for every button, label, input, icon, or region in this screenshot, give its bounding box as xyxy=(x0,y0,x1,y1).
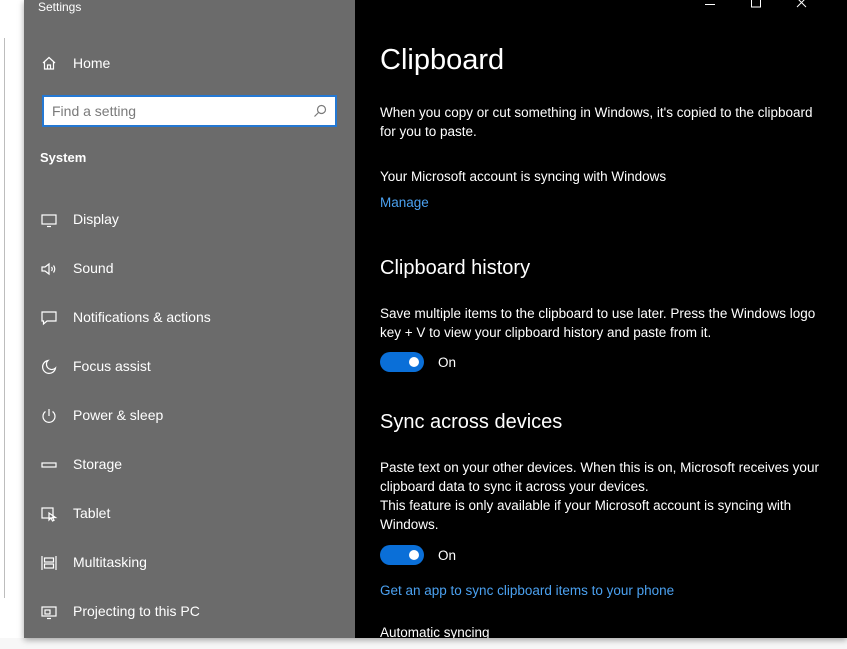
sync-toggle[interactable] xyxy=(380,545,424,565)
sidebar-item-label: Display xyxy=(73,211,119,227)
multitasking-icon xyxy=(41,556,57,570)
manage-link[interactable]: Manage xyxy=(380,195,429,210)
sidebar-item-focus-assist[interactable]: Focus assist xyxy=(24,342,355,391)
power-icon xyxy=(42,409,56,423)
sidebar-item-label: Home xyxy=(73,55,111,71)
sidebar-item-multitasking[interactable]: Multitasking xyxy=(24,538,355,587)
close-icon xyxy=(796,0,807,8)
caption-buttons xyxy=(687,0,847,12)
sidebar-item-storage[interactable]: Storage xyxy=(24,440,355,489)
main-content: Clipboard When you copy or cut something… xyxy=(355,0,847,638)
sidebar-item-label: Sound xyxy=(73,260,114,276)
desktop-background xyxy=(0,0,24,649)
minimize-icon xyxy=(705,4,715,5)
sidebar-item-display[interactable]: Display xyxy=(24,195,355,244)
notification-icon xyxy=(41,311,57,326)
section-heading: System xyxy=(40,150,87,165)
sidebar-item-home[interactable]: Home xyxy=(24,48,355,78)
speaker-icon xyxy=(41,262,56,276)
settings-window: Settings Home System Displ xyxy=(24,0,847,638)
clipboard-history-heading: Clipboard history xyxy=(380,257,531,279)
sidebar-item-label: Power & sleep xyxy=(73,407,164,423)
sidebar-item-power-sleep[interactable]: Power & sleep xyxy=(24,391,355,440)
clipboard-history-toggle-label: On xyxy=(438,355,457,370)
sidebar-item-label: Notifications & actions xyxy=(73,309,211,325)
clipboard-history-toggle[interactable] xyxy=(380,352,424,372)
clipboard-history-description: Save multiple items to the clipboard to … xyxy=(380,306,816,340)
automatic-syncing-heading: Automatic syncing xyxy=(380,625,490,638)
close-button[interactable] xyxy=(779,0,847,12)
search-box xyxy=(42,95,337,127)
account-status: Your Microsoft account is syncing with W… xyxy=(380,169,667,184)
toggle-knob xyxy=(409,550,419,560)
storage-icon xyxy=(41,462,57,468)
sync-note: This feature is only available if your M… xyxy=(380,498,792,532)
home-icon xyxy=(42,56,56,70)
tablet-icon xyxy=(41,507,58,522)
sync-description: Paste text on your other devices. When t… xyxy=(380,460,819,494)
sidebar-item-label: Multitasking xyxy=(73,554,147,570)
sync-toggle-label: On xyxy=(438,548,457,563)
desktop-background-bottom xyxy=(0,638,847,649)
phone-app-link[interactable]: Get an app to sync clipboard items to yo… xyxy=(380,583,674,598)
sidebar-item-label: Storage xyxy=(73,456,123,472)
sidebar-item-projecting[interactable]: Projecting to this PC xyxy=(24,587,355,636)
sidebar-item-tablet[interactable]: Tablet xyxy=(24,489,355,538)
maximize-button[interactable] xyxy=(733,0,779,12)
projecting-icon xyxy=(41,606,57,620)
moon-icon xyxy=(42,359,57,374)
search-input[interactable] xyxy=(44,97,312,125)
sidebar-item-sound[interactable]: Sound xyxy=(24,244,355,293)
nav-list: Display Sound Notifications & actions Fo… xyxy=(24,195,355,636)
sidebar-item-notifications[interactable]: Notifications & actions xyxy=(24,293,355,342)
sync-heading: Sync across devices xyxy=(380,411,563,433)
maximize-icon xyxy=(751,0,761,8)
search-icon[interactable] xyxy=(313,104,327,118)
display-icon xyxy=(41,214,57,228)
minimize-button[interactable] xyxy=(687,0,733,12)
app-title: Settings xyxy=(38,0,82,14)
sidebar: Settings Home System Displ xyxy=(24,0,355,638)
sidebar-item-label: Tablet xyxy=(73,505,111,521)
intro-text: When you copy or cut something in Window… xyxy=(380,105,813,139)
window-edge xyxy=(4,38,5,598)
sidebar-item-label: Projecting to this PC xyxy=(73,603,200,619)
page-title: Clipboard xyxy=(380,44,505,76)
sidebar-item-label: Focus assist xyxy=(73,358,151,374)
toggle-knob xyxy=(409,357,419,367)
